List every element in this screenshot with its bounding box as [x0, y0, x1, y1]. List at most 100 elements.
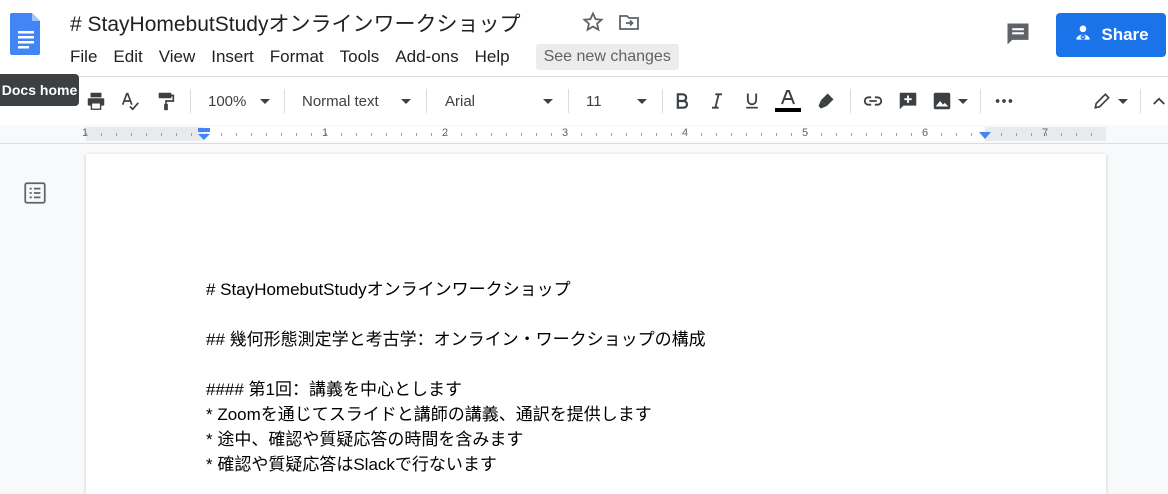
- document-page[interactable]: # StayHomebutStudyオンラインワークショップ ## 幾何形態測定…: [86, 154, 1106, 494]
- ruler-tick: [476, 133, 477, 136]
- bold-icon[interactable]: [670, 89, 694, 113]
- ruler-tick: [641, 133, 642, 136]
- ruler-tick: [371, 133, 372, 136]
- style-select[interactable]: Normal text: [302, 89, 379, 113]
- toolbar-divider: [426, 89, 427, 113]
- menu-tools[interactable]: Tools: [332, 44, 388, 70]
- ruler-tick: [806, 133, 807, 136]
- ruler-tick: [251, 133, 252, 136]
- ruler-tick: [686, 133, 687, 136]
- ruler-tick: [761, 133, 762, 136]
- highlight-icon[interactable]: [814, 89, 838, 113]
- ruler-tick: [386, 133, 387, 136]
- ruler-tick: [581, 133, 582, 136]
- italic-icon[interactable]: [705, 89, 729, 113]
- ruler-tick: [461, 133, 462, 136]
- collapse-icon[interactable]: [1150, 89, 1168, 113]
- menu-help[interactable]: Help: [467, 44, 518, 70]
- ruler-tick: [266, 133, 267, 136]
- underline-icon[interactable]: [740, 89, 764, 113]
- ruler-tick: [431, 133, 432, 136]
- ruler-tick: [611, 133, 612, 136]
- ruler-tick: [491, 133, 492, 136]
- ruler-tick: [176, 133, 177, 136]
- share-label: Share: [1101, 25, 1149, 44]
- document-title[interactable]: # StayHomebutStudyオンラインワークショップ: [70, 8, 520, 38]
- font-size-select[interactable]: 11: [586, 89, 602, 113]
- more-icon[interactable]: [992, 89, 1016, 113]
- spellcheck-icon[interactable]: [118, 89, 142, 113]
- ruler-tick: [971, 133, 972, 136]
- ruler-tick: [161, 133, 162, 136]
- toolbar-divider: [662, 89, 663, 113]
- doc-heading-1: # StayHomebutStudyオンラインワークショップ: [206, 280, 571, 299]
- ruler-tick: [191, 133, 192, 136]
- doc-heading-2: ## 幾何形態測定学と考古学：オンライン・ワークショップの構成: [206, 330, 706, 349]
- ruler-tick: [671, 133, 672, 136]
- ruler-tick: [956, 133, 957, 136]
- font-select[interactable]: Arial: [445, 89, 475, 113]
- link-icon[interactable]: [861, 89, 885, 113]
- top-bar: # StayHomebutStudyオンラインワークショップ File Edit…: [0, 0, 1168, 76]
- style-chevron-down-icon[interactable]: [401, 99, 411, 104]
- paint-format-icon[interactable]: [154, 89, 178, 113]
- ruler-tick: [716, 133, 717, 136]
- ruler-tick: [791, 133, 792, 136]
- ruler-tick: [281, 133, 282, 136]
- ruler-tick: [221, 133, 222, 136]
- ruler-tick: [1016, 133, 1017, 136]
- ruler-tick: [296, 133, 297, 136]
- ruler-tick: [506, 133, 507, 136]
- ruler-tick: [341, 133, 342, 136]
- ruler-tick: [626, 133, 627, 136]
- person-add-icon: [1073, 23, 1093, 48]
- ruler-tick: [776, 133, 777, 136]
- ruler-tick: [416, 133, 417, 136]
- left-indent-marker[interactable]: [197, 128, 211, 141]
- menu-file[interactable]: File: [62, 44, 105, 70]
- ruler-tick: [446, 133, 447, 136]
- editing-mode-chevron-down-icon[interactable]: [1118, 99, 1128, 104]
- star-icon[interactable]: [581, 10, 605, 34]
- menu-addons[interactable]: Add-ons: [387, 44, 466, 70]
- insert-image-icon[interactable]: [930, 89, 954, 113]
- ruler-tick: [1046, 133, 1047, 136]
- ruler-tick: [746, 133, 747, 136]
- menu-edit[interactable]: Edit: [105, 44, 150, 70]
- ruler-tick: [311, 133, 312, 136]
- editing-mode-icon[interactable]: [1090, 89, 1114, 113]
- font-chevron-down-icon[interactable]: [543, 99, 553, 104]
- menu-format[interactable]: Format: [262, 44, 332, 70]
- add-comment-icon[interactable]: [896, 89, 920, 113]
- ruler-tick: [326, 133, 327, 136]
- ruler-tick: [1076, 133, 1077, 136]
- zoom-chevron-down-icon[interactable]: [260, 99, 270, 104]
- menu-view[interactable]: View: [151, 44, 204, 70]
- ruler-tick: [926, 133, 927, 136]
- text-color-icon[interactable]: [774, 89, 802, 113]
- docs-logo-icon[interactable]: [10, 11, 42, 57]
- ruler-tick: [236, 133, 237, 136]
- ruler-tick: [821, 133, 822, 136]
- share-button[interactable]: Share: [1056, 13, 1166, 57]
- ruler-tick: [536, 133, 537, 136]
- see-new-changes-button[interactable]: See new changes: [535, 44, 679, 70]
- ruler-tick: [911, 133, 912, 136]
- right-indent-marker[interactable]: [978, 131, 992, 141]
- zoom-select[interactable]: 100%: [208, 89, 246, 113]
- ruler-tick: [1061, 133, 1062, 136]
- ruler-tick: [146, 133, 147, 136]
- toolbar: 100% Normal text Arial 11: [0, 76, 1168, 126]
- document-outline-icon[interactable]: [22, 180, 48, 206]
- font-size-chevron-down-icon[interactable]: [637, 99, 647, 104]
- menu-insert[interactable]: Insert: [203, 44, 262, 70]
- move-to-folder-icon[interactable]: [617, 10, 641, 34]
- ruler-tick: [86, 133, 87, 136]
- toolbar-divider: [850, 89, 851, 113]
- doc-bullet: * Zoomを通じてスライドと講師の講義、通訳を提供します: [206, 405, 652, 424]
- ruler-tick: [881, 133, 882, 136]
- docs-home-tooltip: Docs home: [0, 74, 79, 106]
- print-icon[interactable]: [84, 89, 108, 113]
- comment-icon[interactable]: [1004, 20, 1032, 48]
- image-chevron-down-icon[interactable]: [958, 99, 968, 104]
